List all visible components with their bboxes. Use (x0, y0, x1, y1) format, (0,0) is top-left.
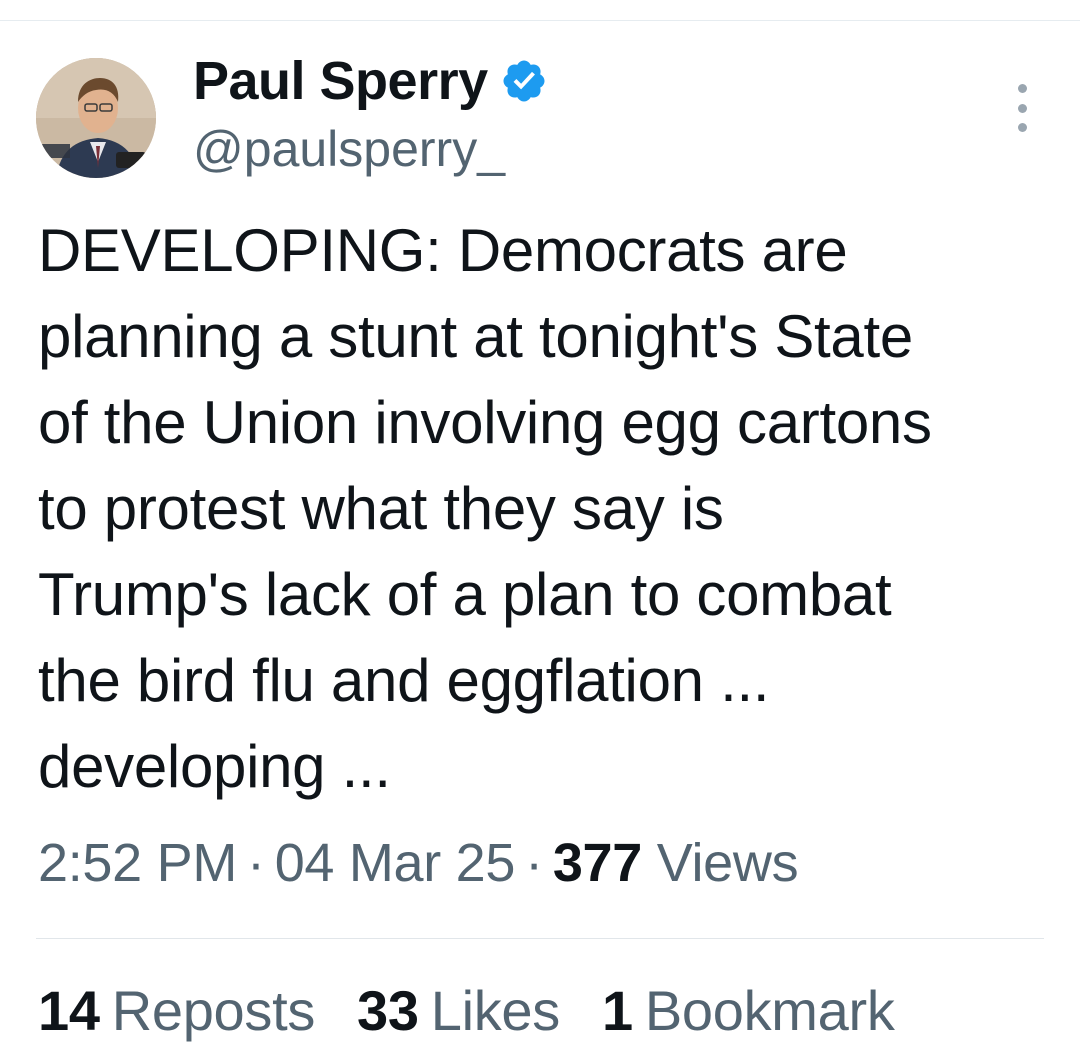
reposts-count: 14 (38, 979, 100, 1042)
name-row: Paul Sperry (193, 46, 548, 116)
avatar-image (36, 58, 156, 178)
meta-separator: · (525, 833, 543, 893)
bookmarks-label: Bookmark (644, 979, 895, 1042)
views-count: 377 (552, 833, 643, 893)
tweet-text: DEVELOPING: Democrats are planning a stu… (38, 217, 932, 800)
meta-separator: · (247, 833, 265, 893)
bookmarks-count: 1 (601, 979, 633, 1042)
likes-stat[interactable]: 33 Likes (357, 978, 560, 1043)
reposts-stat[interactable]: 14 Reposts (38, 978, 315, 1043)
engagement-stats: 14 Reposts 33 Likes 1 Bookmark (38, 978, 937, 1043)
top-divider (0, 20, 1080, 21)
tweet-time[interactable]: 2:52 PM (38, 833, 237, 893)
author-block: Paul Sperry @paulsperry_ (193, 46, 548, 178)
likes-count: 33 (357, 979, 419, 1042)
tweet-meta: 2:52 PM · 04 Mar 25 · 377 Views (38, 832, 799, 894)
tweet-date[interactable]: 04 Mar 25 (275, 833, 516, 893)
more-dot (1017, 84, 1027, 93)
display-name[interactable]: Paul Sperry (193, 50, 488, 112)
more-dot (1017, 123, 1027, 132)
handle[interactable]: @paulsperry_ (193, 120, 548, 178)
stats-divider (36, 938, 1044, 939)
more-vertical-icon[interactable] (1006, 84, 1038, 132)
avatar[interactable] (36, 58, 156, 178)
more-dot (1017, 103, 1027, 113)
reposts-label: Reposts (111, 979, 316, 1042)
verified-badge-icon[interactable] (500, 57, 548, 105)
bookmarks-stat[interactable]: 1 Bookmark (602, 978, 895, 1043)
views-label: Views (656, 833, 799, 893)
likes-label: Likes (430, 979, 561, 1042)
